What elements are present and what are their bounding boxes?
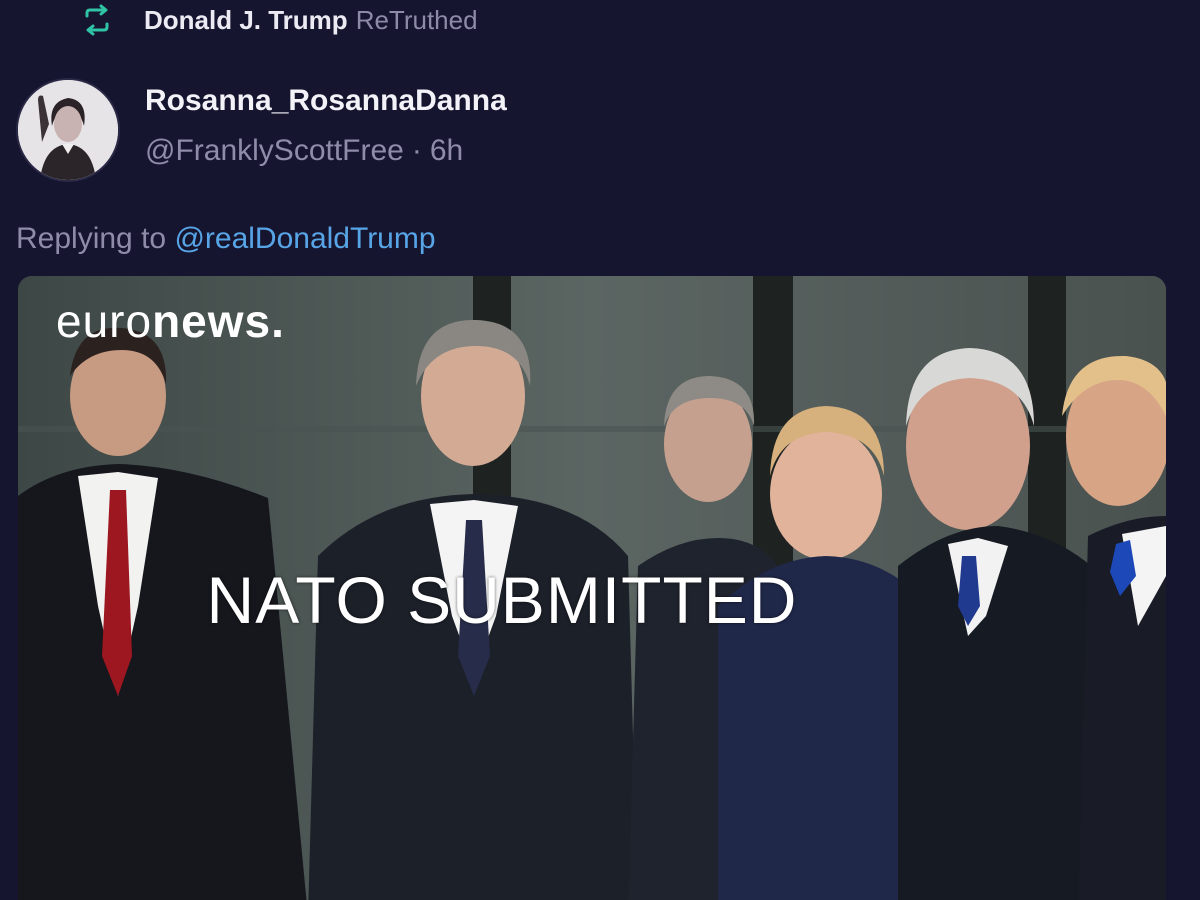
retruth-icon	[80, 3, 114, 37]
reply-mention-link[interactable]: @realDonaldTrump	[174, 222, 435, 255]
retruther-name-link[interactable]: Donald J. Trump	[144, 5, 348, 36]
author-meta: @FranklyScottFree · 6h	[145, 134, 463, 168]
retruth-action-label: ReTruthed	[355, 4, 478, 35]
retruth-header: Donald J. Trump ReTruthed	[80, 2, 478, 38]
author-display-name[interactable]: Rosanna_RosannaDanna	[145, 84, 507, 118]
author-handle[interactable]: @FranklyScottFree	[145, 134, 404, 167]
replying-to: Replying to @realDonaldTrump	[16, 222, 436, 256]
replying-prefix: Replying to	[16, 222, 167, 255]
euronews-logo: euronews.	[56, 295, 285, 347]
post-time[interactable]: 6h	[430, 134, 463, 167]
post-media-video[interactable]: euronews. NATO SUBMITTED	[18, 276, 1166, 900]
video-caption: NATO SUBMITTED	[206, 563, 798, 637]
avatar[interactable]	[16, 78, 120, 182]
post: Donald J. Trump ReTruthed Rosanna_Rosann…	[0, 0, 1200, 900]
meta-separator: ·	[411, 134, 422, 167]
